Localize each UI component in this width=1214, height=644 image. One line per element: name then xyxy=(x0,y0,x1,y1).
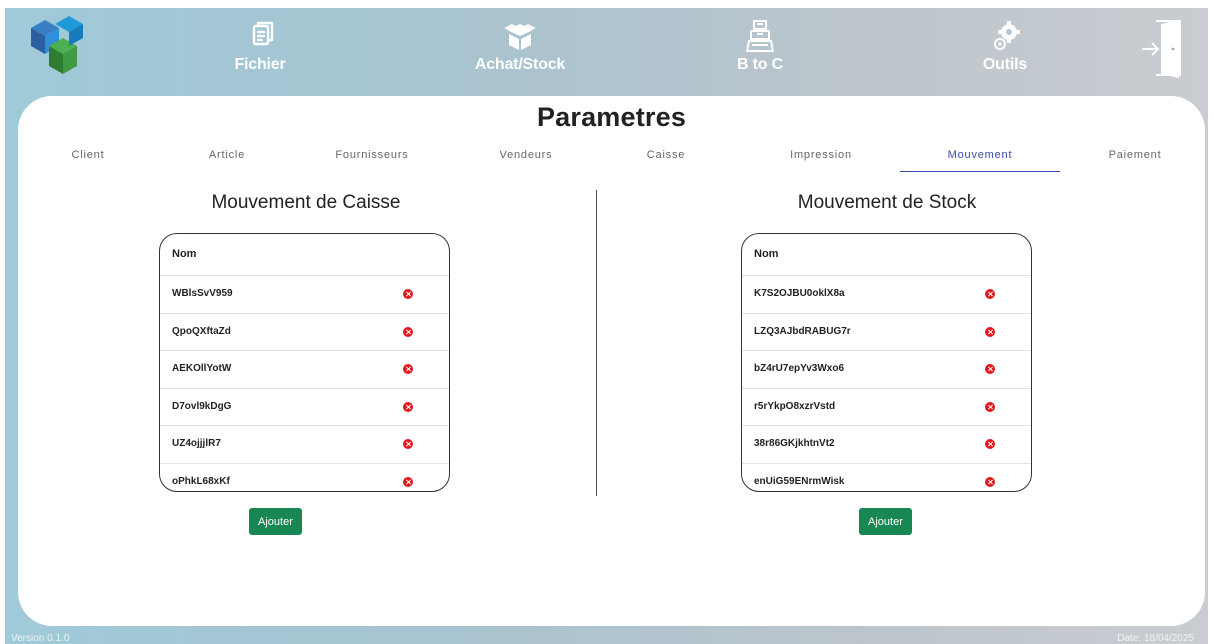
delete-icon[interactable] xyxy=(403,364,413,374)
delete-icon[interactable] xyxy=(985,401,995,412)
row-name: K7S2OJBU0oklX8a xyxy=(754,288,845,299)
date-label: Date: 18/04/2025 xyxy=(1117,633,1194,644)
row-name: D7ovl9kDgG xyxy=(172,400,232,412)
row-name: oPhkL68xKf xyxy=(172,475,230,487)
delete-icon[interactable] xyxy=(403,439,413,449)
row-name: 38r86GKjkhtnVt2 xyxy=(754,438,835,449)
delete-icon[interactable] xyxy=(985,439,995,449)
top-navigation: Fichier Achat/Stock B to C Outils xyxy=(5,8,1208,98)
table-row: UZ4ojjjlR7 xyxy=(160,426,449,464)
delete-icon[interactable] xyxy=(403,326,413,337)
table-row: r5rYkpO8xzrVstd xyxy=(742,389,1031,426)
section-title-stock: Mouvement de Stock xyxy=(797,192,977,213)
tab-mouvement[interactable]: Mouvement xyxy=(900,142,1060,172)
nav-outils[interactable]: Outils xyxy=(945,20,1065,74)
delete-icon[interactable] xyxy=(403,476,413,487)
nav-label: Outils xyxy=(982,56,1028,73)
column-header-nom: Nom xyxy=(160,234,449,276)
add-stock-button[interactable]: Ajouter xyxy=(859,508,912,535)
row-name: QpoQXftaZd xyxy=(172,325,231,337)
column-header-nom: Nom xyxy=(742,234,1031,276)
tab-impression[interactable]: Impression xyxy=(741,142,901,172)
exit-door-icon[interactable] xyxy=(1140,19,1182,81)
row-name: bZ4rU7epYv3Wxo6 xyxy=(754,363,845,374)
delete-icon[interactable] xyxy=(403,289,413,299)
section-title-caisse: Mouvement de Caisse xyxy=(211,192,401,213)
app-logo[interactable] xyxy=(25,14,85,80)
cash-register-icon xyxy=(745,20,775,52)
table-row: K7S2OJBU0oklX8a xyxy=(742,276,1031,314)
delete-icon[interactable] xyxy=(985,364,995,374)
tab-vendeurs[interactable]: Vendeurs xyxy=(446,142,606,172)
tab-paiement[interactable]: Paiement xyxy=(1055,142,1208,172)
delete-icon[interactable] xyxy=(985,326,995,337)
table-row: enUiG59ENrmWisk xyxy=(742,464,1031,492)
row-name: r5rYkpO8xzrVstd xyxy=(754,400,836,412)
table-row: LZQ3AJbdRABUG7r xyxy=(742,314,1031,351)
stock-table[interactable]: Nom K7S2OJBU0oklX8a LZQ3AJbdRABUG7r bZ4r… xyxy=(741,233,1032,492)
delete-icon[interactable] xyxy=(985,289,995,299)
tab-client[interactable]: Client xyxy=(8,142,168,172)
delete-icon[interactable] xyxy=(985,476,995,487)
add-caisse-button[interactable]: Ajouter xyxy=(249,508,302,535)
row-name: AEKOllYotW xyxy=(172,363,232,374)
version-label: Version 0.1.0 xyxy=(11,633,70,644)
tab-article[interactable]: Article xyxy=(147,142,307,172)
table-row: AEKOllYotW xyxy=(160,351,449,389)
row-name: LZQ3AJbdRABUG7r xyxy=(754,325,851,337)
settings-tabs: Client Article Fournisseurs Vendeurs Cai… xyxy=(18,142,1205,172)
table-row: WBlsSvV959 xyxy=(160,276,449,314)
delete-icon[interactable] xyxy=(403,401,413,412)
row-name: UZ4ojjjlR7 xyxy=(172,438,221,449)
box-icon xyxy=(504,24,536,50)
table-row: D7ovl9kDgG xyxy=(160,389,449,426)
nav-achat-stock[interactable]: Achat/Stock xyxy=(460,20,580,74)
table-row: QpoQXftaZd xyxy=(160,314,449,351)
table-row: 38r86GKjkhtnVt2 xyxy=(742,426,1031,464)
document-icon xyxy=(252,21,274,46)
tab-caisse[interactable]: Caisse xyxy=(586,142,746,172)
nav-label: Achat/Stock xyxy=(474,56,566,73)
tab-fournisseurs[interactable]: Fournisseurs xyxy=(292,142,452,172)
page-title: Parametres xyxy=(536,102,687,132)
nav-label: B to C xyxy=(737,56,783,73)
section-divider xyxy=(596,190,597,496)
row-name: enUiG59ENrmWisk xyxy=(754,475,845,487)
nav-b-to-c[interactable]: B to C xyxy=(700,20,820,74)
nav-fichier[interactable]: Fichier xyxy=(200,20,320,74)
app-window: Fichier Achat/Stock B to C Outils Parame… xyxy=(5,8,1208,644)
table-row: bZ4rU7epYv3Wxo6 xyxy=(742,351,1031,389)
nav-label: Fichier xyxy=(234,56,286,73)
caisse-table[interactable]: Nom WBlsSvV959 QpoQXftaZd AEKOllYotW D7o… xyxy=(159,233,450,492)
row-name: WBlsSvV959 xyxy=(172,288,233,299)
gears-icon xyxy=(994,21,1020,50)
main-panel: Parametres Client Article Fournisseurs V… xyxy=(18,96,1205,626)
table-row: oPhkL68xKf xyxy=(160,464,449,492)
